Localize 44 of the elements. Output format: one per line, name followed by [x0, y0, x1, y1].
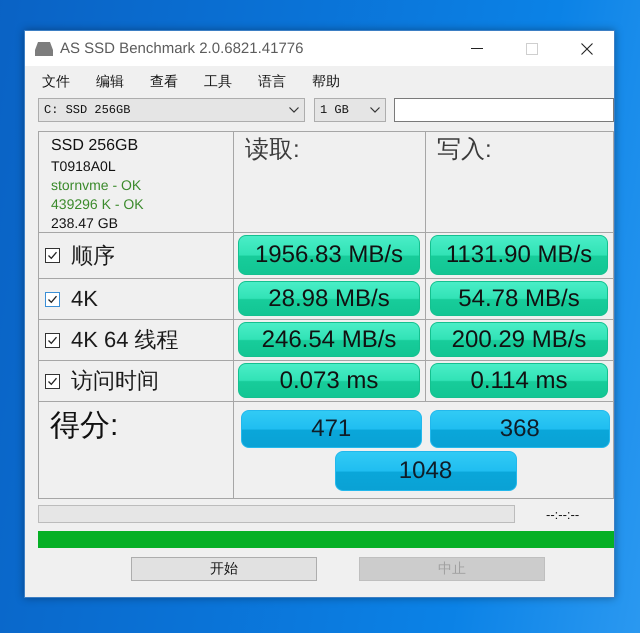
checkbox[interactable]	[45, 248, 60, 263]
test-label: 顺序	[71, 242, 115, 270]
score-label: 得分:	[50, 409, 118, 442]
checkbox[interactable]	[45, 332, 60, 348]
drive-dropdown[interactable]: C: SSD 256GB	[38, 98, 305, 122]
menu-item[interactable]: 文件	[38, 70, 74, 92]
test-label: 4K 64 线程	[71, 326, 179, 354]
read-result: 246.54 MB/s	[238, 322, 420, 357]
write-result: 1131.90 MB/s	[430, 235, 608, 275]
read-result: 1956.83 MB/s	[238, 235, 420, 275]
checkbox[interactable]	[45, 292, 60, 306]
drive-info-text: T0918A0L	[51, 157, 116, 176]
elapsed-time: --:--:--	[546, 506, 580, 522]
start-button[interactable]: 开始	[131, 557, 317, 581]
write-result: 54.78 MB/s	[430, 281, 608, 316]
window-title: AS SSD Benchmark 2.0.6821.41776	[60, 40, 304, 57]
checkbox[interactable]	[45, 374, 60, 388]
close-icon[interactable]	[580, 42, 592, 54]
drive-icon	[35, 42, 53, 56]
drive-info-text: 238.47 GB	[51, 214, 118, 233]
test-label: 4K	[71, 286, 98, 312]
menu-item[interactable]: 语言	[254, 70, 290, 92]
menu-item[interactable]: 编辑	[92, 70, 128, 92]
menu-item[interactable]: 查看	[146, 70, 182, 92]
minimize-icon[interactable]	[470, 48, 482, 49]
chevron-down-icon	[289, 107, 299, 113]
text-field[interactable]	[394, 98, 614, 122]
write-score: 368	[430, 410, 610, 448]
menu-item[interactable]: 工具	[200, 70, 236, 92]
chevron-down-icon	[370, 107, 380, 113]
drive-info-text: 439296 K - OK	[51, 195, 144, 214]
column-header: 写入:	[437, 136, 492, 163]
read-score: 471	[241, 410, 422, 448]
test-label: 访问时间	[71, 367, 159, 395]
drive-info-text: SSD 256GB	[51, 136, 138, 156]
column-header: 读取:	[245, 136, 300, 163]
write-result: 0.114 ms	[430, 363, 608, 398]
write-result: 200.29 MB/s	[430, 322, 608, 357]
total-score: 1048	[334, 451, 516, 491]
read-result: 0.073 ms	[238, 363, 420, 398]
menu-item[interactable]: 帮助	[308, 70, 344, 92]
drive-info-text: stornvme - OK	[51, 176, 142, 195]
read-result: 28.98 MB/s	[238, 281, 420, 316]
size-dropdown[interactable]: 1 GB	[314, 98, 386, 122]
